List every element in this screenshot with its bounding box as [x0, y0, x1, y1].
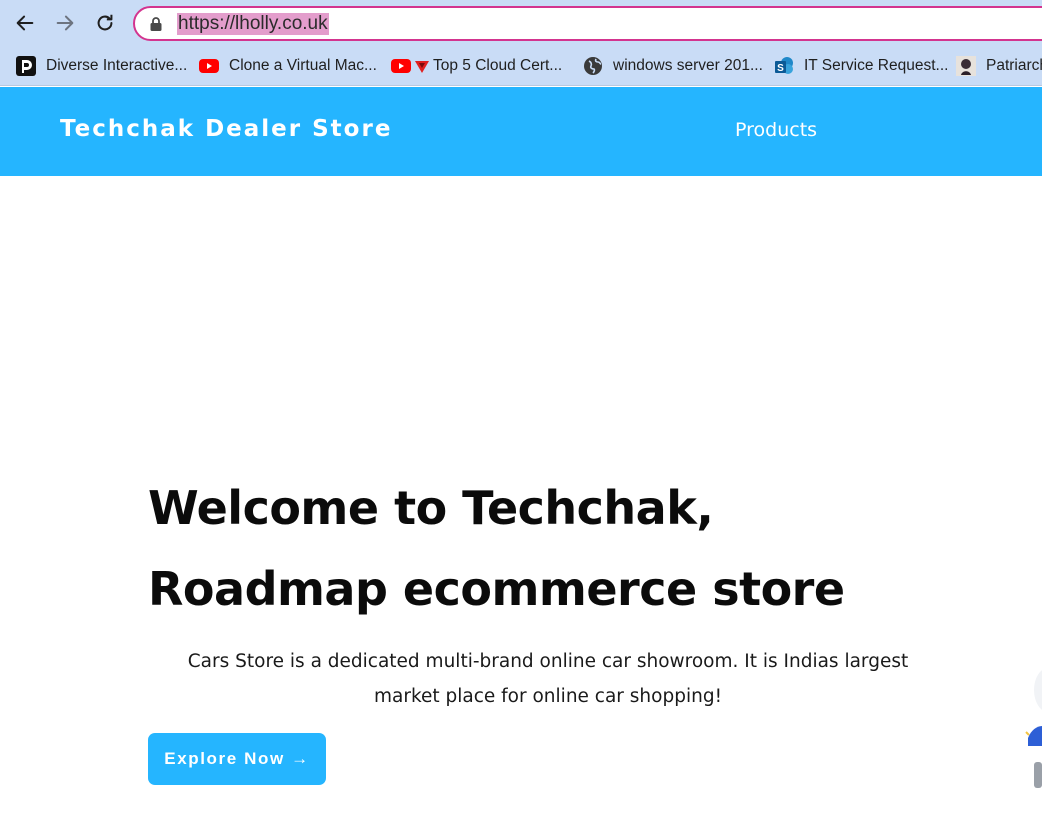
- browser-toolbar: https://lholly.co.uk: [0, 0, 1042, 46]
- sharepoint-icon: S: [774, 56, 794, 76]
- youtube-icon: [199, 56, 219, 76]
- bookmark-clone-virtual-machine[interactable]: Clone a Virtual Mac...: [199, 54, 377, 78]
- url-text[interactable]: https://lholly.co.uk: [177, 13, 329, 35]
- red-triangle-icon: [414, 58, 430, 74]
- lock-icon: [150, 17, 162, 31]
- bookmark-windows-server[interactable]: windows server 201...: [583, 54, 763, 78]
- bookmarks-bar: Diverse Interactive... Clone a Virtual M…: [0, 46, 1042, 86]
- hero-title: Welcome to Techchak, Roadmap ecommerce s…: [148, 468, 908, 630]
- reload-icon: [97, 14, 113, 31]
- forward-button[interactable]: [52, 10, 78, 36]
- hero-description: Cars Store is a dedicated multi-brand on…: [187, 651, 909, 707]
- explore-now-button[interactable]: Explore Now →: [148, 733, 326, 785]
- bookmark-it-service-request[interactable]: S IT Service Request...: [774, 54, 948, 78]
- back-button[interactable]: [12, 10, 38, 36]
- bookmark-label: IT Service Request...: [804, 57, 949, 74]
- hero-title-line-1: Welcome to Techchak,: [148, 481, 714, 535]
- bookmark-label: windows server 201...: [613, 57, 763, 74]
- bookmark-top5-cloud-cert[interactable]: Top 5 Cloud Cert...: [391, 54, 562, 78]
- nav-link-products[interactable]: Products: [735, 119, 817, 141]
- diverse-interactive-icon: [16, 56, 36, 76]
- globe-icon: [583, 56, 603, 76]
- reload-button[interactable]: [92, 10, 118, 36]
- site-header: Techchak Dealer Store Products: [0, 87, 1042, 176]
- bookmark-label: Top 5 Cloud Cert...: [433, 57, 563, 74]
- bookmark-label: Patriarch: [986, 57, 1042, 74]
- hero-title-line-2: Roadmap ecommerce store: [148, 562, 845, 616]
- bookmark-patriarch[interactable]: Patriarch: [956, 54, 1042, 78]
- svg-text:S: S: [777, 63, 784, 74]
- youtube-icon: [391, 56, 411, 76]
- back-arrow-icon: [16, 15, 34, 31]
- bookmark-diverse-interactive[interactable]: Diverse Interactive...: [16, 54, 187, 78]
- bookmark-label: Diverse Interactive...: [46, 57, 188, 74]
- site-brand[interactable]: Techchak Dealer Store: [60, 116, 392, 142]
- avatar-icon: [956, 56, 976, 76]
- forward-arrow-icon: [56, 15, 74, 31]
- address-bar[interactable]: https://lholly.co.uk: [133, 6, 1042, 41]
- bookmark-label: Clone a Virtual Mac...: [229, 57, 377, 74]
- hero-illustration: [1022, 660, 1042, 790]
